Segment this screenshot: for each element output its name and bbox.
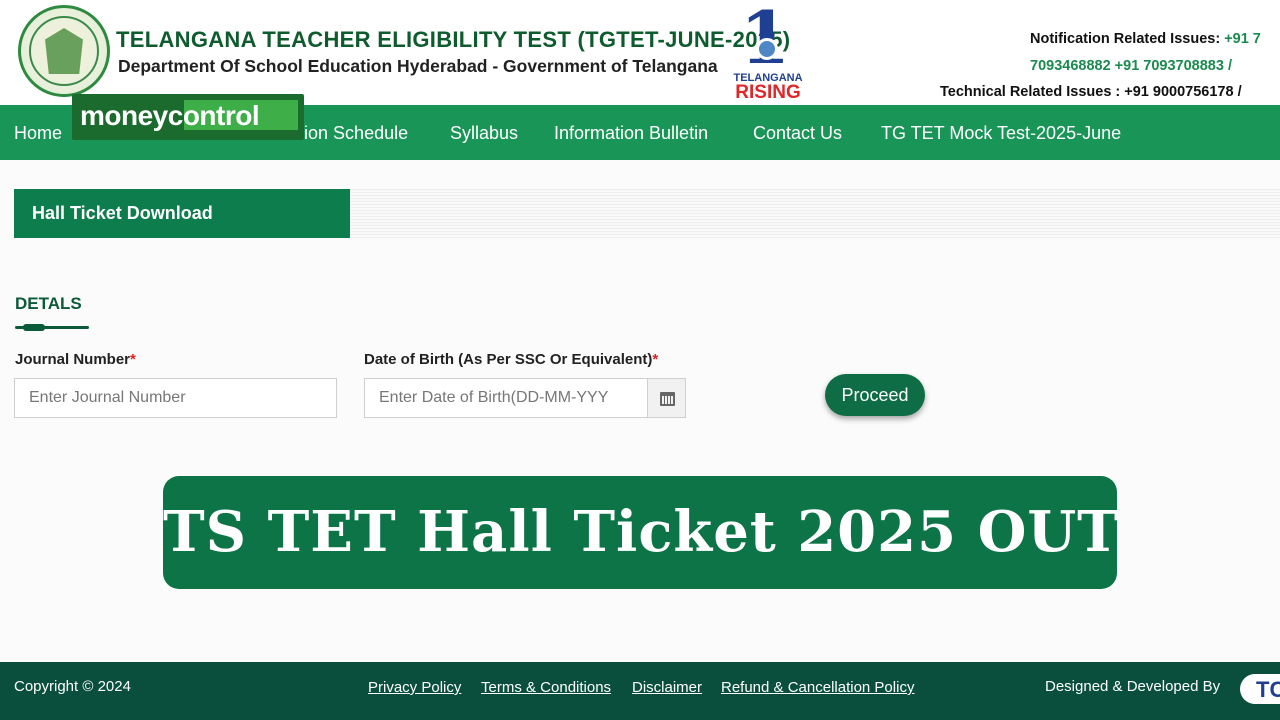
site-title: TELANGANA TEACHER ELIGIBILITY TEST (TGTE… <box>116 27 791 52</box>
calendar-button[interactable] <box>647 378 686 418</box>
journal-number-input[interactable] <box>14 378 337 418</box>
site-subtitle: Department Of School Education Hyderabad… <box>118 56 718 76</box>
details-divider <box>15 324 89 331</box>
terms-link[interactable]: Terms & Conditions <box>481 679 611 696</box>
flower-icon <box>756 38 778 60</box>
notification-label: Notification Related Issues: <box>1030 31 1221 47</box>
nav-contact-us[interactable]: Contact Us <box>753 123 842 144</box>
rising-logo-bottom: RISING <box>735 82 801 103</box>
announcement-banner: TS TET Hall Ticket 2025 OUT <box>163 476 1120 589</box>
privacy-policy-link[interactable]: Privacy Policy <box>368 679 461 696</box>
developer-logo[interactable]: TC <box>1240 674 1280 704</box>
disclaimer-link[interactable]: Disclaimer <box>632 679 702 696</box>
notification-contact: Notification Related Issues: +91 7 <box>1030 31 1261 47</box>
details-heading: DETALS <box>15 294 82 313</box>
dob-label: Date of Birth (As Per SSC Or Equivalent)… <box>364 351 658 368</box>
nav-syllabus[interactable]: Syllabus <box>450 123 518 144</box>
site-header: TELANGANA TEACHER ELIGIBILITY TEST (TGTE… <box>0 0 1280 105</box>
notification-number: +91 7 <box>1224 31 1261 47</box>
hall-ticket-tab: Hall Ticket Download <box>14 189 350 238</box>
proceed-button[interactable]: Proceed <box>825 374 925 416</box>
designed-by: Designed & Developed By <box>1045 678 1221 695</box>
nav-home[interactable]: Home <box>14 123 62 144</box>
site-footer: Copyright © 2024 Privacy Policy Terms & … <box>0 662 1280 720</box>
required-mark: * <box>652 351 659 368</box>
nav-information-bulletin[interactable]: Information Bulletin <box>554 123 708 144</box>
nav-mock-test[interactable]: TG TET Mock Test-2025-June <box>881 123 1121 144</box>
hall-ticket-title: Hall Ticket Download <box>32 203 213 223</box>
required-mark: * <box>130 351 136 368</box>
notification-numbers: 7093468882 +91 7093708883 / <box>1030 58 1232 74</box>
copyright: Copyright © 2024 <box>14 678 131 695</box>
moneycontrol-watermark: moneycontrol <box>72 94 304 140</box>
dob-input[interactable] <box>364 378 648 418</box>
telangana-emblem-icon <box>18 5 110 97</box>
refund-policy-link[interactable]: Refund & Cancellation Policy <box>721 679 914 696</box>
tab-strip <box>350 189 1280 238</box>
watermark-text: moneycontrol <box>80 100 260 131</box>
developer-logo-text: TC <box>1256 677 1280 702</box>
banner-text: TS TET Hall Ticket 2025 OUT <box>163 499 1120 565</box>
technical-contact: Technical Related Issues : +91 900075617… <box>940 84 1242 100</box>
journal-number-label: Journal Number* <box>15 351 136 368</box>
calendar-icon <box>660 392 675 406</box>
journal-label-text: Journal Number <box>15 351 131 368</box>
dob-label-text: Date of Birth (As Per SSC Or Equivalent) <box>364 351 653 368</box>
telangana-rising-logo: 1 TELANGANA RISING <box>728 2 808 104</box>
